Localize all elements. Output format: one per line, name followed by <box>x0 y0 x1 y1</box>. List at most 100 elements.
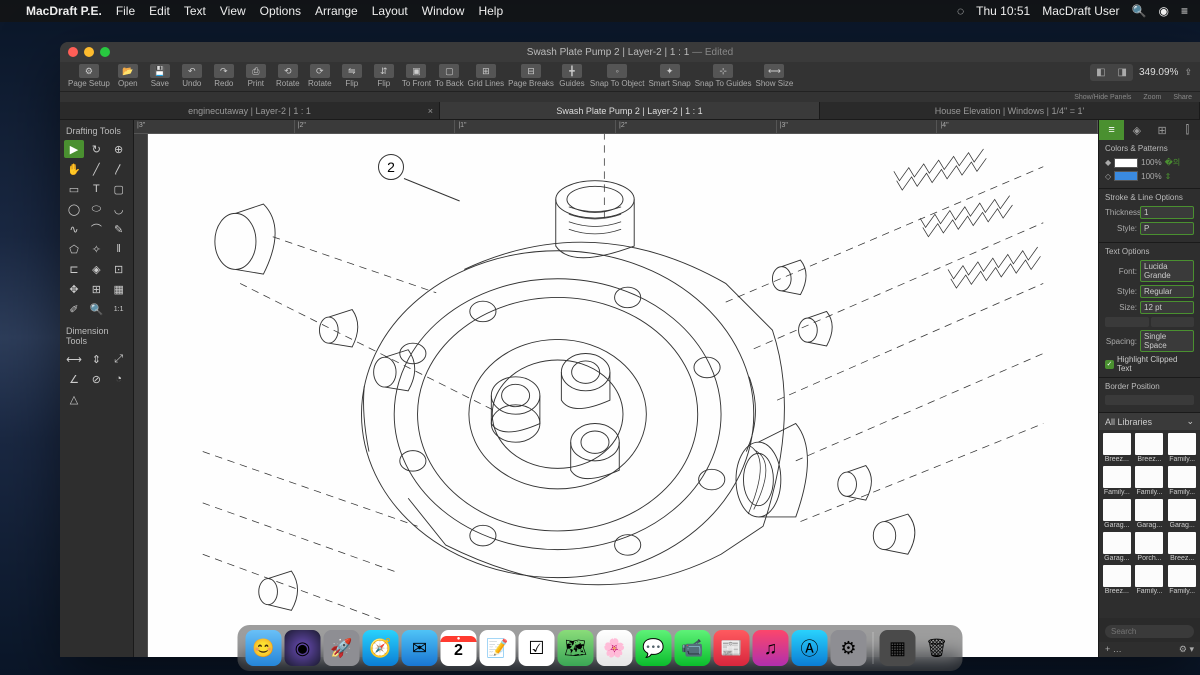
doctab-engine[interactable]: enginecutaway | Layer-2 | 1 : 1× <box>60 102 440 119</box>
stepper-icon[interactable]: ⇕ <box>1165 172 1172 181</box>
toolbar-to-back[interactable]: ▢To Back <box>435 64 463 88</box>
valign-buttons[interactable] <box>1151 317 1195 327</box>
dock-safari[interactable]: 🧭 <box>363 630 399 666</box>
align-buttons[interactable] <box>1105 317 1149 327</box>
library-item[interactable]: Breez... <box>1102 565 1132 595</box>
menubar-user[interactable]: MacDraft User <box>1042 4 1119 18</box>
tool-offset[interactable]: ⊏ <box>64 260 84 278</box>
stroke-opacity[interactable]: 100% <box>1141 172 1161 181</box>
toolbar-snap-object[interactable]: ◦Snap To Object <box>590 64 645 88</box>
toolbar-page-setup[interactable]: ⚙Page Setup <box>68 64 110 88</box>
tool-arc[interactable]: ◡ <box>109 200 129 218</box>
library-item[interactable]: Family... <box>1167 466 1197 496</box>
doctab-house[interactable]: House Elevation | Windows | 1/4" = 1' <box>820 102 1200 119</box>
ruler-vertical[interactable] <box>134 134 148 657</box>
library-item[interactable]: Garag... <box>1102 499 1132 529</box>
dock-music[interactable]: ♫ <box>753 630 789 666</box>
library-item[interactable]: Garag... <box>1135 499 1165 529</box>
stepper-icon[interactable]: �의 <box>1165 157 1181 168</box>
toolbar-undo[interactable]: ↶Undo <box>178 64 206 88</box>
dock-finder[interactable]: 😊 <box>246 630 282 666</box>
menu-file[interactable]: File <box>116 4 135 18</box>
dim-horizontal[interactable]: ⟷ <box>64 350 84 368</box>
library-selector[interactable]: All Libraries⌄ <box>1099 413 1200 430</box>
dock-trash[interactable]: 🗑 <box>919 630 955 666</box>
tool-pointer[interactable]: ▶ <box>64 140 84 158</box>
inspector-tab-layers[interactable]: ◈ <box>1124 120 1149 140</box>
library-item[interactable]: Garag... <box>1167 499 1197 529</box>
tool-pan[interactable]: ⊕ <box>109 140 129 158</box>
library-item[interactable]: Family... <box>1135 565 1165 595</box>
toolbar-print[interactable]: ⎙Print <box>242 64 270 88</box>
tool-polyline[interactable]: 〳 <box>109 160 129 178</box>
inspector-tab-dims[interactable]: ⫿ <box>1175 120 1200 140</box>
tool-bezier[interactable]: ⌒ <box>86 220 106 238</box>
tool-hand[interactable]: ✋ <box>64 160 84 178</box>
library-settings-icon[interactable]: ⚙ ▾ <box>1179 644 1194 655</box>
toolbar-flip-h[interactable]: ⇋Flip <box>338 64 366 88</box>
tool-align[interactable]: ⊞ <box>86 280 106 298</box>
library-item[interactable]: Breez... <box>1167 532 1197 562</box>
dim-angle[interactable]: ∠ <box>64 370 84 388</box>
menu-arrange[interactable]: Arrange <box>315 4 358 18</box>
tool-rotate[interactable]: ↻ <box>86 140 106 158</box>
toolbar-page-breaks[interactable]: ⊟Page Breaks <box>508 64 554 88</box>
toolbar-flip-v[interactable]: ⇵Flip <box>370 64 398 88</box>
tool-parallel[interactable]: ‖ <box>109 240 129 258</box>
inspector-tab-properties[interactable]: ≡ <box>1099 120 1124 140</box>
library-item[interactable]: Garag... <box>1102 532 1132 562</box>
dock-settings[interactable]: ⚙ <box>831 630 867 666</box>
tool-scale[interactable]: 1:1 <box>109 300 129 318</box>
control-center-icon[interactable]: ◉ <box>1159 4 1169 18</box>
window-close-button[interactable] <box>68 47 78 57</box>
dock-launchpad[interactable]: 🚀 <box>324 630 360 666</box>
fill-swatch[interactable] <box>1114 158 1138 168</box>
tool-ellipse[interactable]: ⬭ <box>86 200 106 218</box>
dock-calendar[interactable]: ●2 <box>441 630 477 666</box>
dock-siri[interactable]: ◉ <box>285 630 321 666</box>
menu-view[interactable]: View <box>220 4 246 18</box>
tool-zoom[interactable]: 🔍 <box>86 300 106 318</box>
tool-polygon[interactable]: ⬠ <box>64 240 84 258</box>
dim-slope[interactable]: ⤢ <box>109 350 129 368</box>
tool-eyedropper[interactable]: ✐ <box>64 300 84 318</box>
font-style-select[interactable]: Regular <box>1140 285 1194 298</box>
thickness-select[interactable]: 1 <box>1140 206 1194 219</box>
tool-curve[interactable]: ∿ <box>64 220 84 238</box>
toolbar-grid-lines[interactable]: ⊞Grid Lines <box>468 64 504 88</box>
tool-text[interactable]: T <box>86 180 106 198</box>
font-size-select[interactable]: 12 pt <box>1140 301 1194 314</box>
toolbar-open[interactable]: 📂Open <box>114 64 142 88</box>
dim-diameter[interactable]: ⊘ <box>86 370 106 388</box>
dim-vertical[interactable]: ⇕ <box>86 350 106 368</box>
dock-notes[interactable]: 📝 <box>480 630 516 666</box>
dim-radius[interactable]: ◔ <box>109 370 129 388</box>
tool-line[interactable]: ╱ <box>86 160 106 178</box>
font-select[interactable]: Lucida Grande <box>1140 260 1194 282</box>
library-item[interactable]: Family... <box>1167 565 1197 595</box>
menu-layout[interactable]: Layout <box>372 4 408 18</box>
fill-opacity[interactable]: 100% <box>1141 158 1161 167</box>
dim-area[interactable]: △ <box>64 390 84 408</box>
library-item[interactable]: Family... <box>1102 466 1132 496</box>
dock-reminders[interactable]: ☑ <box>519 630 555 666</box>
ruler-horizontal[interactable]: |3"|2"|1"|2"|3"|4" <box>134 120 1098 134</box>
library-add-button[interactable]: + … <box>1105 644 1122 655</box>
dock-appstore[interactable]: Ⓐ <box>792 630 828 666</box>
dock-news[interactable]: 📰 <box>714 630 750 666</box>
menu-help[interactable]: Help <box>478 4 503 18</box>
toolbar-rotate-ccw[interactable]: ⟲Rotate <box>274 64 302 88</box>
toolbar-show-size[interactable]: ⟷Show Size <box>756 64 794 88</box>
close-icon[interactable]: × <box>428 106 433 116</box>
toolbar-rotate-cw[interactable]: ⟳Rotate <box>306 64 334 88</box>
menu-window[interactable]: Window <box>422 4 465 18</box>
window-zoom-button[interactable] <box>100 47 110 57</box>
status-cloud-icon[interactable]: ◌ <box>957 4 964 18</box>
dock-facetime[interactable]: 📹 <box>675 630 711 666</box>
tool-freehand[interactable]: ✎ <box>109 220 129 238</box>
siri-menubar-icon[interactable]: ≡ <box>1181 4 1188 18</box>
tool-distribute[interactable]: ▦ <box>109 280 129 298</box>
callout-2[interactable]: 2 <box>378 154 404 180</box>
window-minimize-button[interactable] <box>84 47 94 57</box>
dock-photos[interactable]: 🌸 <box>597 630 633 666</box>
